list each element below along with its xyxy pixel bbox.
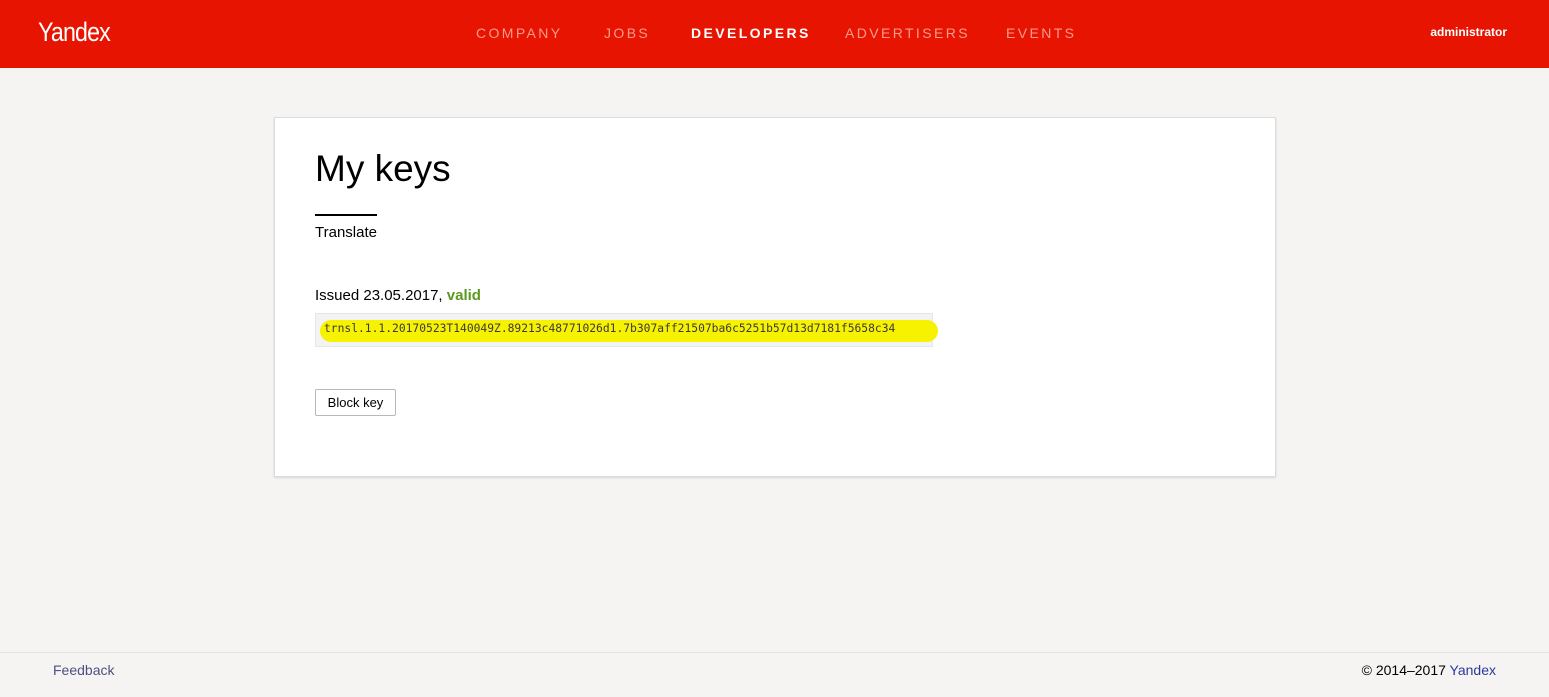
status-badge: valid	[446, 287, 481, 304]
copyright-text: © 2014–2017	[1361, 662, 1446, 678]
feedback-link[interactable]: Feedback	[53, 662, 114, 678]
block-key-button[interactable]: Block key	[315, 389, 396, 416]
key-issued-info: Issued 23.05.2017, valid	[315, 287, 481, 304]
nav-company[interactable]: COMPANY	[476, 25, 563, 41]
nav-developers[interactable]: DEVELOPERS	[691, 25, 811, 41]
keys-card: My keys Translate Issued 23.05.2017, val…	[274, 117, 1276, 477]
yandex-footer-link[interactable]: Yandex	[1450, 662, 1496, 678]
yandex-logo[interactable]: Yandex	[38, 17, 111, 48]
nav-jobs[interactable]: JOBS	[604, 25, 650, 41]
user-menu[interactable]: administrator	[1430, 25, 1507, 39]
tab-translate[interactable]: Translate	[315, 224, 377, 241]
page-title: My keys	[315, 148, 451, 189]
api-key-value[interactable]: trnsl.1.1.20170523T140049Z.89213c4877102…	[324, 322, 895, 335]
api-key-field[interactable]: trnsl.1.1.20170523T140049Z.89213c4877102…	[315, 313, 938, 347]
footer-divider	[0, 652, 1549, 653]
top-header: Yandex COMPANY JOBS DEVELOPERS ADVERTISE…	[0, 0, 1549, 68]
nav-events[interactable]: EVENTS	[1006, 25, 1076, 41]
issued-date-text: Issued 23.05.2017,	[315, 287, 447, 304]
active-tab-indicator	[315, 214, 377, 216]
nav-advertisers[interactable]: ADVERTISERS	[845, 25, 970, 41]
copyright: © 2014–2017 Yandex	[1362, 662, 1496, 678]
